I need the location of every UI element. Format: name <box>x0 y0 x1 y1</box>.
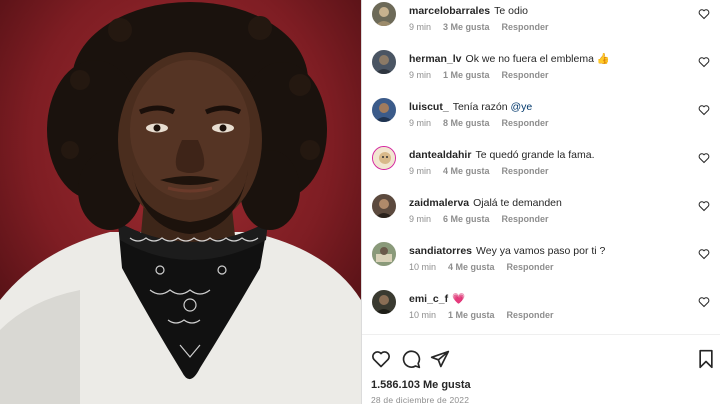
comment-text: dantealdahir Te quedó grande la fama. <box>409 148 595 162</box>
avatar[interactable] <box>372 290 396 314</box>
comment-body: Wey ya vamos paso por ti ? <box>476 245 606 257</box>
avatar[interactable] <box>372 194 396 218</box>
comment-bubble-icon[interactable] <box>401 349 421 369</box>
comment-username[interactable]: herman_lv <box>409 53 462 65</box>
reply-button[interactable]: Responder <box>502 22 549 32</box>
comment-text: marcelobarrales Te odio <box>409 4 528 18</box>
comment-likes[interactable]: 4 Me gusta <box>448 262 495 272</box>
likes-count[interactable]: 1.586.103 Me gusta <box>371 379 471 391</box>
comment-time: 9 min <box>409 70 432 80</box>
comment-time: 9 min <box>409 22 432 32</box>
reply-button[interactable]: Responder <box>502 70 549 80</box>
heart-icon[interactable] <box>371 349 391 369</box>
comment-text: sandiatorres Wey ya vamos paso por ti ? <box>409 244 605 258</box>
heart-icon[interactable] <box>698 200 710 212</box>
comment-likes[interactable]: 1 Me gusta <box>448 310 495 320</box>
reply-button[interactable]: Responder <box>502 118 549 128</box>
comment-body: Te odio <box>494 5 528 17</box>
heart-icon[interactable] <box>698 56 710 68</box>
comment-meta: 9 min 4 Me gusta Responder <box>409 166 561 176</box>
comment-body: Tenía razón <box>452 101 508 113</box>
comment-item: dantealdahir Te quedó grande la fama. 9 m… <box>372 144 716 188</box>
comment-meta: 9 min 6 Me gusta Responder <box>409 214 561 224</box>
comment-time: 9 min <box>409 118 432 128</box>
avatar[interactable] <box>372 50 396 74</box>
post-actions-bar <box>362 334 720 374</box>
comment-text: zaidmalerva Ojalá te demanden <box>409 196 562 210</box>
comment-time: 9 min <box>409 214 432 224</box>
reply-button[interactable]: Responder <box>502 166 549 176</box>
comment-likes[interactable]: 6 Me gusta <box>443 214 490 224</box>
avatar[interactable] <box>372 98 396 122</box>
comment-meta: 9 min 3 Me gusta Responder <box>409 22 561 32</box>
heart-icon[interactable] <box>698 152 710 164</box>
heart-icon[interactable] <box>698 248 710 260</box>
comment-meta: 10 min 4 Me gusta Responder <box>409 262 566 272</box>
thumbs-up-emoji: 👍 <box>596 53 610 65</box>
comment-username[interactable]: luiscut_ <box>409 101 449 113</box>
comment-username[interactable]: sandiatorres <box>409 245 472 257</box>
comment-likes[interactable]: 1 Me gusta <box>443 70 490 80</box>
comment-username[interactable]: emi_c_f <box>409 293 448 305</box>
comment-username[interactable]: dantealdahir <box>409 149 471 161</box>
comment-username[interactable]: marcelobarrales <box>409 5 490 17</box>
heart-icon[interactable] <box>698 104 710 116</box>
comment-meta: 9 min 1 Me gusta Responder <box>409 70 561 80</box>
comment-time: 10 min <box>409 262 437 272</box>
post-date: 28 de diciembre de 2022 <box>371 395 470 404</box>
comment-time: 9 min <box>409 166 432 176</box>
comment-time: 10 min <box>409 310 437 320</box>
comment-item: luiscut_ Tenía razón @ye 9 min 8 Me gusta R… <box>372 96 716 140</box>
comment-body: Ojalá te demanden <box>473 197 562 209</box>
comment-item: herman_lv Ok we no fuera el emblema 👍 9 m… <box>372 48 716 92</box>
avatar[interactable] <box>372 146 396 170</box>
avatar[interactable] <box>372 242 396 266</box>
heart-icon[interactable] <box>698 296 710 308</box>
comment-item: sandiatorres Wey ya vamos paso por ti ? 1… <box>372 240 716 284</box>
reply-button[interactable]: Responder <box>507 310 554 320</box>
comment-body: Ok we no fuera el emblema <box>465 53 594 65</box>
comment-item: marcelobarrales Te odio 9 min 3 Me gusta Re… <box>372 0 716 44</box>
comment-meta: 9 min 8 Me gusta Responder <box>409 118 561 128</box>
paper-plane-icon[interactable] <box>430 349 450 369</box>
reply-button[interactable]: Responder <box>507 262 554 272</box>
comment-item: zaidmalerva Ojalá te demanden 9 min 6 Me g… <box>372 192 716 236</box>
comment-item: emi_c_f 💗 10 min 1 Me gusta Responder <box>372 288 716 332</box>
comment-body: Te quedó grande la fama. <box>475 149 595 161</box>
pink-heart-emoji: 💗 <box>452 293 466 305</box>
avatar[interactable] <box>372 2 396 26</box>
comment-likes[interactable]: 3 Me gusta <box>443 22 490 32</box>
reply-button[interactable]: Responder <box>502 214 549 224</box>
portrait-illustration <box>0 0 361 404</box>
heart-icon[interactable] <box>698 8 710 20</box>
bookmark-icon[interactable] <box>696 349 716 369</box>
comment-text: herman_lv Ok we no fuera el emblema 👍 <box>409 52 610 66</box>
mention-link[interactable]: @ye <box>510 101 532 113</box>
comment-text: emi_c_f 💗 <box>409 292 465 306</box>
post-photo[interactable] <box>0 0 361 404</box>
comment-likes[interactable]: 8 Me gusta <box>443 118 490 128</box>
comment-meta: 10 min 1 Me gusta Responder <box>409 310 566 320</box>
comment-username[interactable]: zaidmalerva <box>409 197 469 209</box>
comment-likes[interactable]: 4 Me gusta <box>443 166 490 176</box>
comment-text: luiscut_ Tenía razón @ye <box>409 100 532 114</box>
